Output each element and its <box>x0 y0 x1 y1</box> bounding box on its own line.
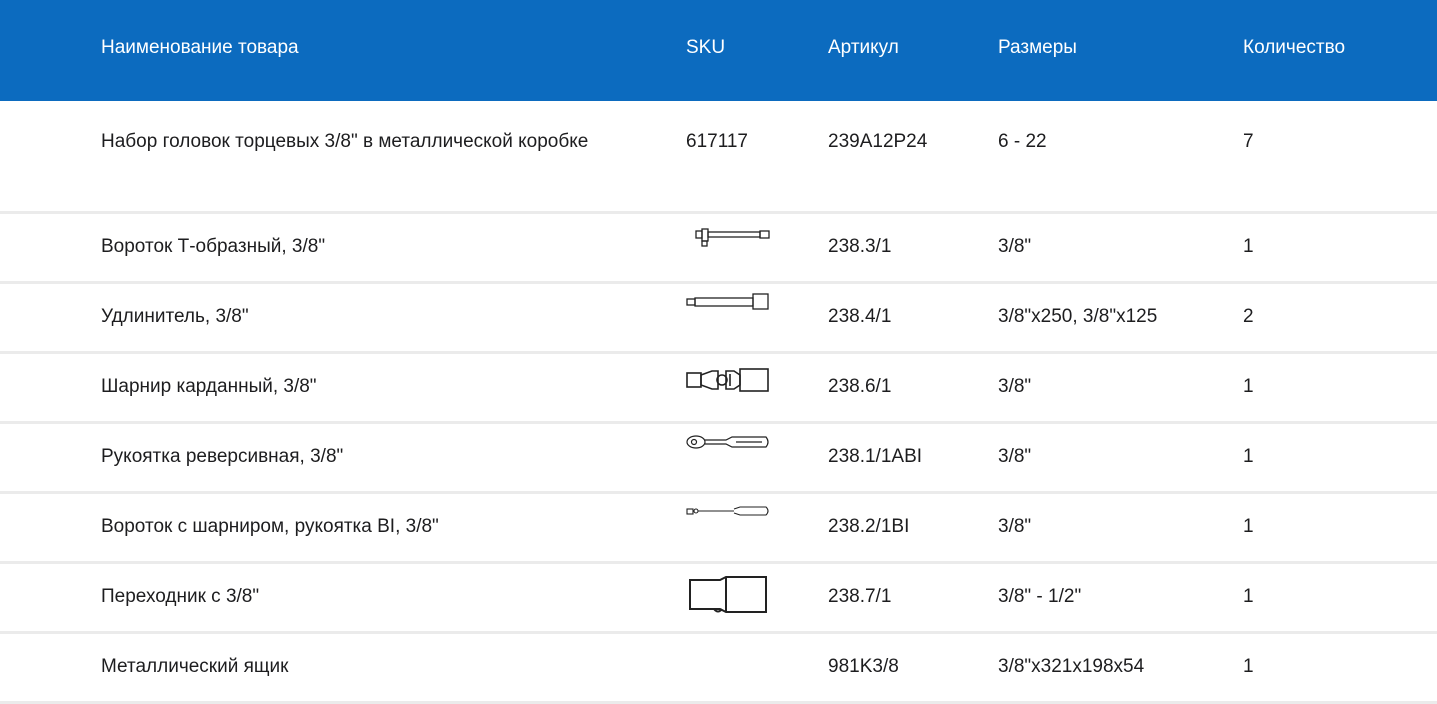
product-sizes: 3/8" <box>998 376 1032 397</box>
product-table: Наименование товара SKU Артикул Размеры … <box>0 0 1437 704</box>
product-qty: 1 <box>1243 516 1254 537</box>
product-sizes: 3/8"x321x198x54 <box>998 656 1145 677</box>
table-row: Удлинитель, 3/8" 238.4/1 3/8"x250, 3/8"x… <box>0 284 1437 354</box>
table-row: Переходник с 3/8" 238.7/1 3/8" - 1/2" 1 <box>0 564 1437 634</box>
product-name: Вороток Т-образный, 3/8" <box>101 236 326 257</box>
product-article: 981K3/8 <box>828 656 899 677</box>
product-name: Переходник с 3/8" <box>101 586 260 607</box>
product-article: 238.3/1 <box>828 236 892 257</box>
header-article: Артикул <box>828 37 899 58</box>
table-row: Рукоятка реверсивная, 3/8" 238.1/1ABI 3/… <box>0 424 1437 494</box>
product-name: Металлический ящик <box>101 656 289 677</box>
product-qty: 7 <box>1243 131 1254 152</box>
product-article: 238.6/1 <box>828 376 892 397</box>
product-qty: 1 <box>1243 236 1254 257</box>
product-article: 238.2/1BI <box>828 516 910 537</box>
product-name: Набор головок торцевых 3/8" в металличес… <box>101 131 589 152</box>
table-header: Наименование товара SKU Артикул Размеры … <box>0 0 1437 101</box>
product-article: 239A12P24 <box>828 131 928 152</box>
product-sku: 617117 <box>686 131 748 152</box>
product-article: 238.1/1ABI <box>828 446 923 467</box>
table-row: Металлический ящик 981K3/8 3/8"x321x198x… <box>0 634 1437 704</box>
product-qty: 2 <box>1243 306 1254 327</box>
header-qty: Количество <box>1243 37 1346 58</box>
product-qty: 1 <box>1243 446 1254 467</box>
product-sizes: 3/8" <box>998 446 1032 467</box>
universal-joint-icon <box>686 366 772 400</box>
adapter-icon <box>686 574 772 622</box>
header-sku: SKU <box>686 37 726 58</box>
ratchet-handle-icon <box>686 432 772 458</box>
flex-handle-icon <box>686 503 772 525</box>
header-name: Наименование товара <box>101 37 299 58</box>
product-name: Рукоятка реверсивная, 3/8" <box>101 446 344 467</box>
product-sizes: 6 - 22 <box>998 131 1047 152</box>
product-qty: 1 <box>1243 376 1254 397</box>
header-sizes: Размеры <box>998 37 1077 58</box>
product-sizes: 3/8" - 1/2" <box>998 586 1082 607</box>
product-sizes: 3/8" <box>998 236 1032 257</box>
product-name: Удлинитель, 3/8" <box>101 306 249 327</box>
product-sizes: 3/8"x250, 3/8"x125 <box>998 306 1158 327</box>
table-row: Вороток с шарниром, рукоятка BI, 3/8" 23… <box>0 494 1437 564</box>
extension-bar-icon <box>686 292 772 320</box>
product-sizes: 3/8" <box>998 516 1032 537</box>
table-row: Шарнир карданный, 3/8" 238.6/1 3/8" 1 <box>0 354 1437 424</box>
product-article: 238.4/1 <box>828 306 892 327</box>
table-row: Вороток Т-образный, 3/8" 238.3/1 3/8" 1 <box>0 214 1437 284</box>
table-row: Набор головок торцевых 3/8" в металличес… <box>0 101 1437 214</box>
product-name: Вороток с шарниром, рукоятка BI, 3/8" <box>101 516 439 537</box>
product-qty: 1 <box>1243 656 1254 677</box>
t-handle-icon <box>686 226 772 254</box>
product-qty: 1 <box>1243 586 1254 607</box>
product-name: Шарнир карданный, 3/8" <box>101 376 317 397</box>
product-article: 238.7/1 <box>828 586 892 607</box>
